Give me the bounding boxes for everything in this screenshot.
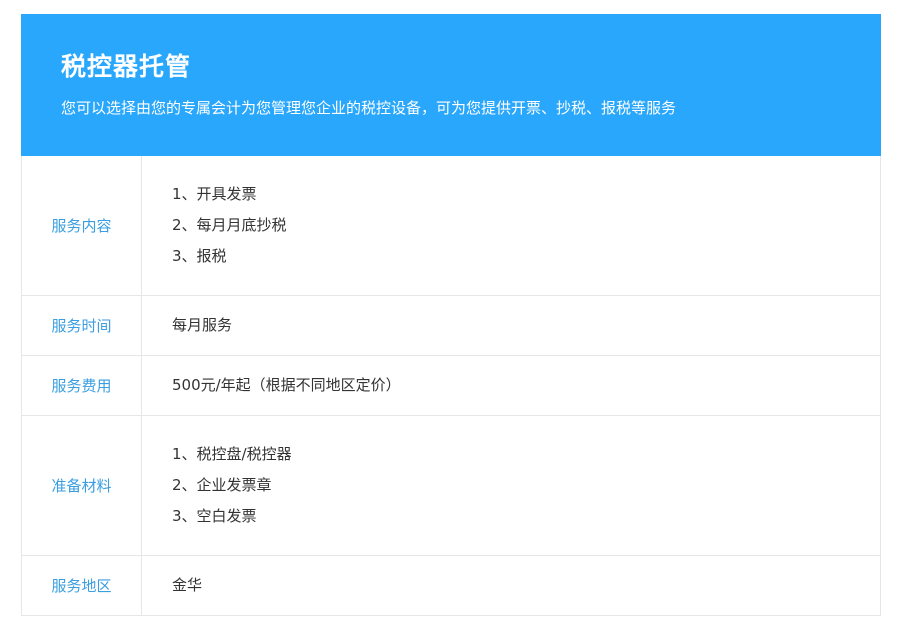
page-title: 税控器托管 bbox=[61, 52, 192, 81]
row-value: 1、税控盘/税控器 2、企业发票章 3、空白发票 bbox=[172, 416, 880, 555]
row-label: 准备材料 bbox=[22, 416, 142, 555]
row-service-time: 服务时间 每月服务 bbox=[22, 296, 880, 356]
row-service-fee: 服务费用 500元/年起（根据不同地区定价） bbox=[22, 356, 880, 416]
row-materials: 准备材料 1、税控盘/税控器 2、企业发票章 3、空白发票 bbox=[22, 416, 880, 556]
row-service-content: 服务内容 1、开具发票 2、每月月底抄税 3、报税 bbox=[22, 156, 880, 296]
row-label: 服务地区 bbox=[22, 556, 142, 615]
list-item: 1、开具发票 bbox=[172, 185, 257, 203]
service-details-table: 服务内容 1、开具发票 2、每月月底抄税 3、报税 服务时间 每月服务 服务费用… bbox=[21, 156, 881, 616]
list-item: 2、每月月底抄税 bbox=[172, 216, 287, 234]
row-label: 服务时间 bbox=[22, 296, 142, 355]
header-banner: 税控器托管 您可以选择由您的专属会计为您管理您企业的税控设备，可为您提供开票、抄… bbox=[21, 14, 881, 156]
row-value: 1、开具发票 2、每月月底抄税 3、报税 bbox=[172, 156, 880, 295]
list-item: 1、税控盘/税控器 bbox=[172, 445, 292, 463]
list-item: 金华 bbox=[172, 576, 203, 594]
row-service-area: 服务地区 金华 bbox=[22, 556, 880, 615]
page-subtitle: 您可以选择由您的专属会计为您管理您企业的税控设备，可为您提供开票、抄税、报税等服… bbox=[61, 99, 677, 117]
service-card: 税控器托管 您可以选择由您的专属会计为您管理您企业的税控设备，可为您提供开票、抄… bbox=[21, 14, 881, 616]
list-item: 2、企业发票章 bbox=[172, 476, 272, 494]
list-item: 每月服务 bbox=[172, 316, 233, 334]
list-item: 3、空白发票 bbox=[172, 507, 257, 525]
row-value: 金华 bbox=[172, 556, 880, 615]
list-item: 3、报税 bbox=[172, 247, 227, 265]
row-label: 服务内容 bbox=[22, 156, 142, 295]
row-label: 服务费用 bbox=[22, 356, 142, 415]
list-item: 500元/年起（根据不同地区定价） bbox=[172, 376, 401, 394]
row-value: 500元/年起（根据不同地区定价） bbox=[172, 356, 880, 415]
row-value: 每月服务 bbox=[172, 296, 880, 355]
